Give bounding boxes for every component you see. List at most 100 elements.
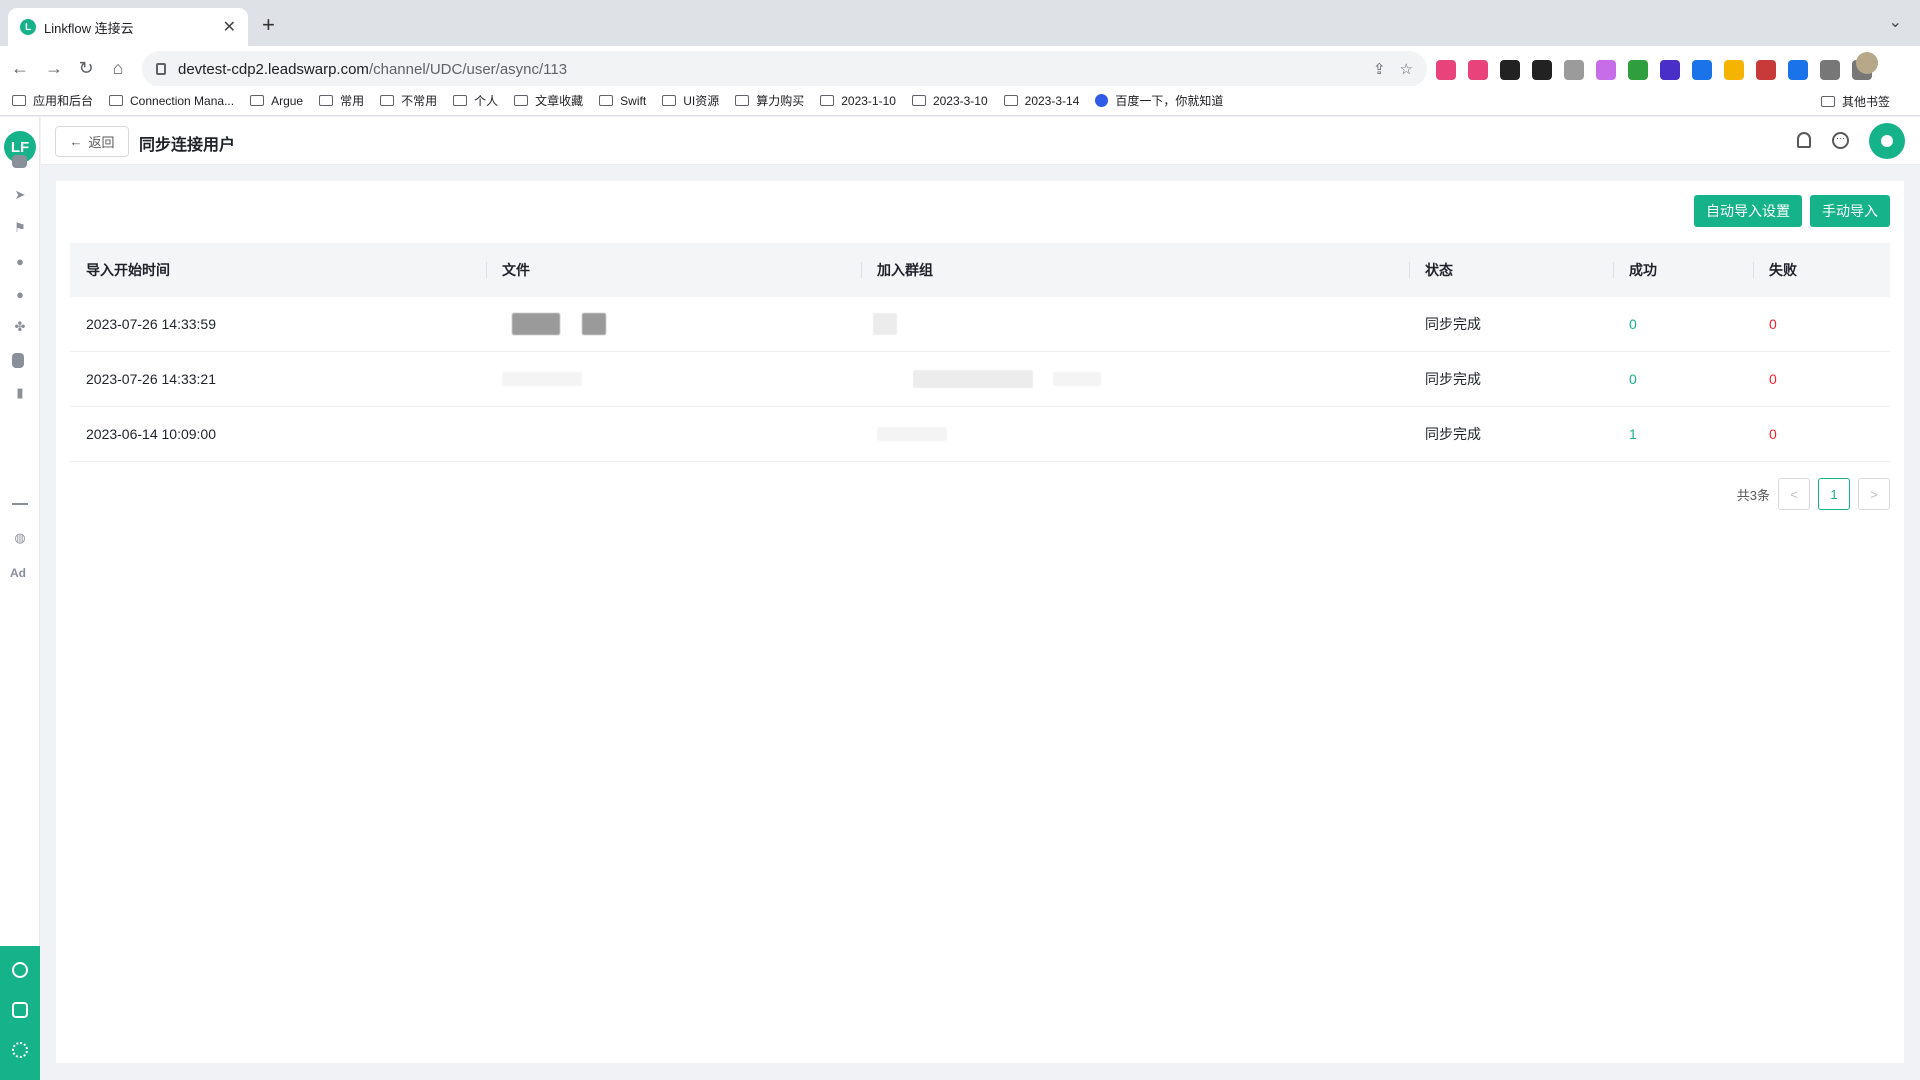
new-tab-button[interactable]: + xyxy=(262,12,275,38)
sidebar-divider xyxy=(12,503,28,505)
page-1-button[interactable]: 1 xyxy=(1818,478,1850,510)
page-title: 同步连接用户 xyxy=(139,137,236,154)
close-tab-icon[interactable]: ✕ xyxy=(223,17,236,37)
extension-icon[interactable] xyxy=(1500,60,1520,80)
share-icon[interactable]: ⇪ xyxy=(1373,60,1386,78)
avatar[interactable] xyxy=(1869,123,1905,159)
browser-tab-bar: L Linkflow 连接云 ✕ + ⌄ xyxy=(0,0,1920,46)
extension-icon[interactable] xyxy=(1660,60,1680,80)
column-header: 状态 xyxy=(1409,243,1613,297)
bookmark-folder[interactable]: UI资源 xyxy=(662,92,719,109)
message-icon[interactable]: ··· xyxy=(1832,132,1849,149)
cell-start-time: 2023-06-14 10:09:00 xyxy=(86,426,216,442)
server-icon[interactable] xyxy=(12,1002,28,1018)
folder-icon xyxy=(1820,95,1835,107)
extension-icon[interactable] xyxy=(1820,60,1840,80)
bookmark-folder[interactable]: Connection Mana... xyxy=(109,94,234,108)
lock-icon[interactable] xyxy=(156,63,166,75)
flag-icon[interactable]: ⚑ xyxy=(12,220,28,236)
wechat-icon[interactable]: ◍ xyxy=(12,530,28,546)
browser-tab[interactable]: L Linkflow 连接云 ✕ xyxy=(8,8,248,46)
folder-icon xyxy=(250,95,265,106)
bookmarks-bar: 应用和后台 Connection Mana... Argue 常用 不常用 个人 文章收藏 S… xyxy=(0,86,1920,116)
bookmark-folder[interactable]: 常用 xyxy=(319,92,364,109)
bookmark-folder[interactable]: 应用和后台 xyxy=(12,92,93,109)
bookmark-label: 不常用 xyxy=(401,94,438,108)
forward-arrow-icon[interactable]: → xyxy=(42,58,66,79)
cell-group-redacted xyxy=(861,407,1409,461)
dashboard-icon[interactable] xyxy=(12,155,27,168)
app-header: ← 返回 同步连接用户 ··· xyxy=(41,117,1920,165)
bookmark-label: 2023-3-14 xyxy=(1024,93,1080,108)
users-icon[interactable]: ● xyxy=(12,286,28,302)
bell-icon[interactable] xyxy=(1797,132,1811,148)
redacted-block xyxy=(1053,372,1101,386)
settings-gear-icon[interactable] xyxy=(12,1042,28,1058)
connection-icon[interactable] xyxy=(12,962,28,978)
bookmark-folder[interactable]: 文章收藏 xyxy=(514,92,583,109)
folder-icon xyxy=(12,95,26,106)
column-header: 文件 xyxy=(486,243,861,297)
bookmark-folder[interactable]: 2023-3-14 xyxy=(1003,93,1080,108)
tab-search-chevron-icon[interactable]: ⌄ xyxy=(1889,12,1902,32)
segments-icon[interactable]: ✤ xyxy=(12,319,28,335)
next-page-button[interactable]: > xyxy=(1858,478,1890,510)
tab-title: Linkflow 连接云 xyxy=(44,20,134,36)
redacted-block xyxy=(913,370,1033,388)
main-content: 自动导入设置 手动导入 导入开始时间 文件 加入群组 状态 成功 失败 2023… xyxy=(56,181,1904,1063)
bookmark-label: Connection Mana... xyxy=(130,93,235,108)
address-bar[interactable]: devtest-cdp2.leadswarp.com/channel/UDC/u… xyxy=(142,51,1427,87)
send-icon[interactable]: ➤ xyxy=(12,187,28,203)
bookmark-label: 百度一下，你就知道 xyxy=(1115,94,1224,108)
extension-icon[interactable] xyxy=(1724,60,1744,80)
bookmark-folder[interactable]: 2023-3-10 xyxy=(911,94,988,108)
pagination-total: 共3条 xyxy=(1736,487,1770,503)
extension-icon[interactable] xyxy=(1596,60,1616,80)
bookmark-label: 应用和后台 xyxy=(33,94,94,108)
bar-chart-icon[interactable]: ▮ xyxy=(12,385,28,401)
bookmark-baidu[interactable]: 百度一下，你就知道 xyxy=(1095,92,1223,109)
extension-icon[interactable] xyxy=(1756,60,1776,80)
folder-icon xyxy=(453,95,468,106)
folder-icon xyxy=(662,95,677,106)
bookmark-folder[interactable]: 算力购买 xyxy=(735,92,804,109)
reload-icon[interactable]: ↻ xyxy=(74,58,98,79)
prev-page-button[interactable]: < xyxy=(1778,478,1810,510)
bookmark-folder[interactable]: Argue xyxy=(250,94,303,108)
redacted-block xyxy=(877,427,947,441)
bookmark-other-folder[interactable]: 其他书签 xyxy=(1820,86,1890,116)
bookmark-label: 算力购买 xyxy=(756,94,805,108)
extension-icon[interactable] xyxy=(1564,60,1584,80)
cell-success: 0 xyxy=(1629,316,1637,332)
back-label: 返回 xyxy=(88,135,115,150)
auto-import-settings-button[interactable]: 自动导入设置 xyxy=(1694,195,1802,227)
back-arrow-icon[interactable]: ← xyxy=(8,58,32,79)
folder-icon xyxy=(735,95,750,106)
bookmark-folder[interactable]: 2023-1-10 xyxy=(820,94,896,108)
extension-icon[interactable] xyxy=(1692,60,1712,80)
tag-bookmark-icon[interactable] xyxy=(12,353,24,368)
url-text[interactable]: devtest-cdp2.leadswarp.com/channel/UDC/u… xyxy=(178,61,1359,78)
cell-fail: 0 xyxy=(1769,426,1777,442)
bookmark-label: 其他书签 xyxy=(1841,94,1890,109)
ad-icon[interactable]: Ad xyxy=(10,566,26,580)
extension-icon[interactable] xyxy=(1468,60,1488,80)
redacted-block xyxy=(502,372,582,386)
extension-icon[interactable] xyxy=(1788,60,1808,80)
bookmark-folder[interactable]: Swift xyxy=(599,94,646,108)
profile-avatar[interactable] xyxy=(1856,52,1878,74)
manual-import-button[interactable]: 手动导入 xyxy=(1810,195,1890,227)
bookmark-folder[interactable]: 个人 xyxy=(453,92,498,109)
extension-icon[interactable] xyxy=(1628,60,1648,80)
back-button[interactable]: ← 返回 xyxy=(55,126,129,157)
extension-icon[interactable] xyxy=(1532,60,1552,80)
folder-icon xyxy=(820,95,835,106)
extension-icon[interactable] xyxy=(1436,60,1456,80)
bookmark-label: 常用 xyxy=(340,94,365,108)
app-sidebar: LF ➤ ⚑ ● ● ✤ ▮ ◍ Ad xyxy=(0,117,40,1080)
bookmark-star-icon[interactable]: ☆ xyxy=(1400,60,1413,78)
folder-icon xyxy=(109,95,124,106)
home-icon[interactable]: ⌂ xyxy=(106,58,130,79)
bookmark-folder[interactable]: 不常用 xyxy=(380,92,437,109)
user-icon[interactable]: ● xyxy=(12,253,28,269)
